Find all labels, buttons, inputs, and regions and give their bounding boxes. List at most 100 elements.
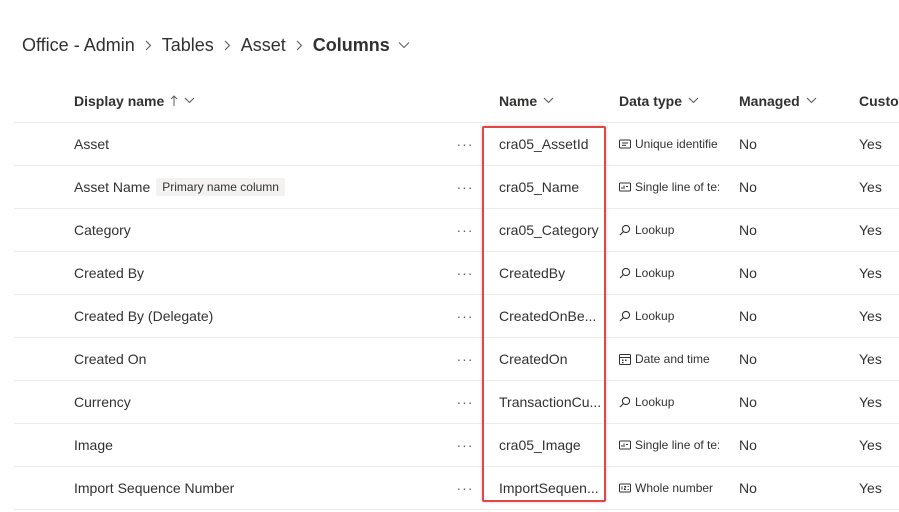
- managed-text: No: [739, 351, 757, 367]
- header-customizable[interactable]: Custor: [859, 79, 899, 122]
- data-type-cell: Lookup: [619, 252, 719, 294]
- primary-name-badge: Primary name column: [156, 178, 285, 196]
- display-name-cell[interactable]: Import Sequence Number: [74, 467, 444, 509]
- logical-name-cell: cra05_Name: [499, 166, 607, 208]
- header-managed[interactable]: Managed: [739, 79, 817, 122]
- breadcrumb: Office - Admin Tables Asset Columns: [22, 33, 410, 57]
- managed-cell: No: [739, 166, 829, 208]
- table-row[interactable]: Created By ··· CreatedBy Lookup No Yes: [14, 252, 899, 295]
- display-name-cell[interactable]: Created On: [74, 338, 444, 380]
- more-icon: ···: [456, 136, 474, 152]
- search-icon: [619, 267, 631, 279]
- customizable-text: Yes: [859, 222, 882, 238]
- display-name-cell[interactable]: Category: [74, 209, 444, 251]
- managed-text: No: [739, 480, 757, 496]
- display-name-cell[interactable]: Created By: [74, 252, 444, 294]
- customizable-cell: Yes: [859, 209, 899, 251]
- header-data-type[interactable]: Data type: [619, 79, 699, 122]
- breadcrumb-current[interactable]: Columns: [313, 35, 390, 56]
- more-options-button[interactable]: ···: [451, 123, 479, 165]
- table-row[interactable]: Asset Name Primary name column ··· cra05_Na…: [14, 166, 899, 209]
- chevron-right-icon: [224, 40, 231, 51]
- more-options-button[interactable]: ···: [451, 209, 479, 251]
- data-type-text: Lookup: [635, 309, 675, 323]
- table-row[interactable]: Asset ··· cra05_AssetId Unique identifie No Y…: [14, 123, 899, 166]
- data-type-text: Lookup: [635, 395, 675, 409]
- managed-cell: No: [739, 295, 829, 337]
- managed-cell: No: [739, 381, 829, 423]
- grid-body: Asset ··· cra05_AssetId Unique identifie No Y…: [14, 123, 899, 510]
- more-options-button[interactable]: ···: [451, 166, 479, 208]
- managed-text: No: [739, 437, 757, 453]
- logical-name-text: cra05_AssetId: [499, 136, 589, 152]
- display-name-cell[interactable]: Created By (Delegate): [74, 295, 444, 337]
- header-name[interactable]: Name: [499, 79, 554, 122]
- columns-grid: Display name Name Data type Managed Cust…: [14, 79, 899, 510]
- display-name-cell[interactable]: Asset Name Primary name column: [74, 166, 444, 208]
- more-icon: ···: [456, 394, 474, 410]
- breadcrumb-item[interactable]: Tables: [162, 35, 214, 56]
- search-icon: [619, 396, 631, 408]
- data-type-text: Lookup: [635, 223, 675, 237]
- chevron-down-icon[interactable]: [398, 41, 410, 49]
- customizable-cell: Yes: [859, 123, 899, 165]
- logical-name-text: cra05_Name: [499, 179, 580, 195]
- more-icon: ···: [456, 351, 474, 367]
- more-icon: ···: [456, 437, 474, 453]
- table-row[interactable]: Category ··· cra05_Category Lookup No Yes: [14, 209, 899, 252]
- chevron-right-icon: [145, 40, 152, 51]
- header-name-label: Name: [499, 92, 538, 109]
- chevron-down-icon[interactable]: [543, 97, 554, 104]
- data-type-cell: Lookup: [619, 381, 719, 423]
- more-options-button[interactable]: ···: [451, 295, 479, 337]
- managed-cell: No: [739, 424, 829, 466]
- logical-name-text: cra05_Image: [499, 437, 581, 453]
- more-options-button[interactable]: ···: [451, 424, 479, 466]
- customizable-text: Yes: [859, 265, 882, 281]
- data-type-text: Single line of te:: [635, 438, 719, 452]
- more-options-button[interactable]: ···: [451, 252, 479, 294]
- id-card-icon: [619, 139, 631, 149]
- data-type-text: Whole number: [635, 481, 714, 495]
- calendar-icon: [619, 353, 631, 365]
- header-data-type-label: Data type: [619, 92, 683, 109]
- chevron-down-icon[interactable]: [688, 97, 699, 104]
- customizable-cell: Yes: [859, 467, 899, 509]
- chevron-right-icon: [296, 40, 303, 51]
- chevron-down-icon[interactable]: [184, 97, 195, 104]
- logical-name-cell: cra05_Category: [499, 209, 607, 251]
- grid-header: Display name Name Data type Managed Cust…: [14, 79, 899, 123]
- data-type-cell: Whole number: [619, 467, 719, 509]
- logical-name-cell: CreatedOn: [499, 338, 607, 380]
- arrow-up-icon: [170, 94, 178, 107]
- customizable-cell: Yes: [859, 295, 899, 337]
- table-row[interactable]: Currency ··· TransactionCu... Lookup No Yes: [14, 381, 899, 424]
- chevron-down-icon[interactable]: [806, 97, 817, 104]
- more-options-button[interactable]: ···: [451, 381, 479, 423]
- display-name-cell[interactable]: Currency: [74, 381, 444, 423]
- managed-text: No: [739, 179, 757, 195]
- breadcrumb-item[interactable]: Asset: [241, 35, 286, 56]
- data-type-cell: Unique identifie: [619, 123, 719, 165]
- breadcrumb-item[interactable]: Office - Admin: [22, 35, 135, 56]
- table-row[interactable]: Import Sequence Number ··· ImportSequen...…: [14, 467, 899, 510]
- number-icon: [619, 483, 631, 493]
- table-row[interactable]: Created On ··· CreatedOn Date and time No Yes: [14, 338, 899, 381]
- logical-name-cell: cra05_AssetId: [499, 123, 607, 165]
- table-row[interactable]: Image ··· cra05_Image Single line of te: No Y…: [14, 424, 899, 467]
- managed-text: No: [739, 265, 757, 281]
- managed-text: No: [739, 308, 757, 324]
- display-name-cell[interactable]: Asset: [74, 123, 444, 165]
- customizable-cell: Yes: [859, 252, 899, 294]
- table-row[interactable]: Created By (Delegate) ··· CreatedOnBe... Lo…: [14, 295, 899, 338]
- display-name-cell[interactable]: Image: [74, 424, 444, 466]
- more-options-button[interactable]: ···: [451, 467, 479, 509]
- managed-text: No: [739, 222, 757, 238]
- display-name-text: Created By (Delegate): [74, 308, 214, 324]
- customizable-cell: Yes: [859, 338, 899, 380]
- logical-name-cell: CreatedBy: [499, 252, 607, 294]
- header-display-name[interactable]: Display name: [74, 79, 195, 122]
- more-options-button[interactable]: ···: [451, 338, 479, 380]
- managed-cell: No: [739, 338, 829, 380]
- customizable-text: Yes: [859, 351, 882, 367]
